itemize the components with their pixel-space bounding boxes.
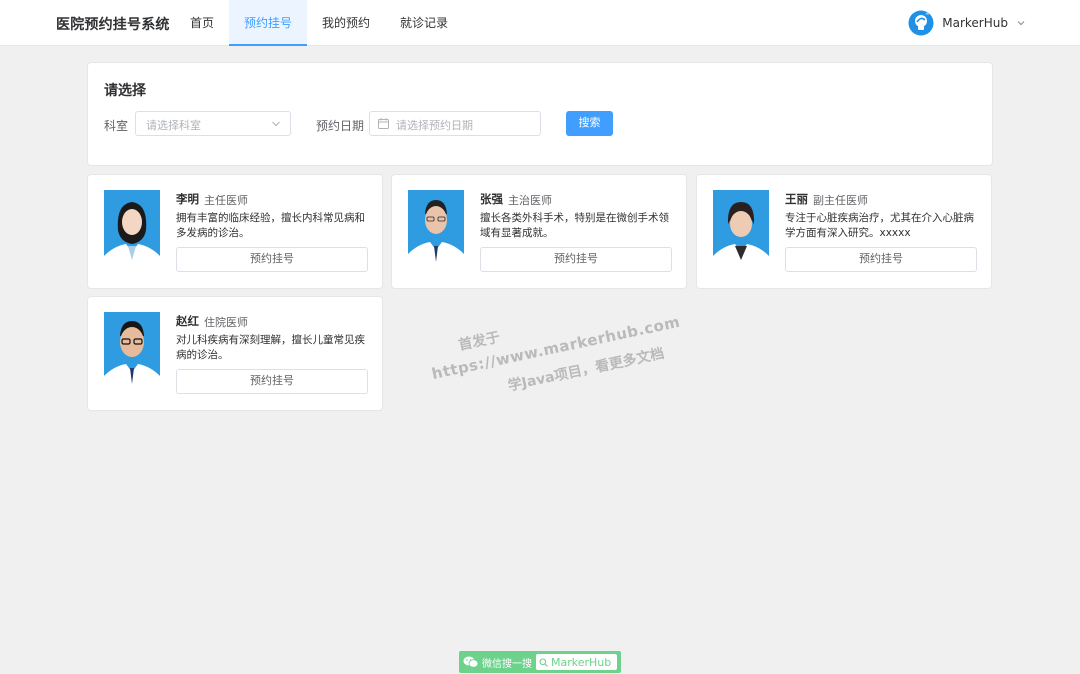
app-brand: 医院预约挂号系统 xyxy=(56,17,170,33)
book-appointment-button[interactable]: 预约挂号 xyxy=(176,369,368,394)
book-appointment-button[interactable]: 预约挂号 xyxy=(480,247,672,272)
doctor-description: 拥有丰富的临床经验，擅长内科常见病和多发病的诊治。 xyxy=(176,212,365,239)
book-appointment-button[interactable]: 预约挂号 xyxy=(176,247,368,272)
doctor-title: 副主任医师 xyxy=(813,194,868,207)
filter-title: 请选择 xyxy=(104,83,146,99)
doctor-name: 赵红 xyxy=(176,314,199,328)
wechat-search-badge: 微信搜一搜 MarkerHub xyxy=(459,651,621,673)
date-label: 预约日期 xyxy=(316,119,365,133)
department-select[interactable]: 请选择科室 xyxy=(135,111,291,136)
watermark: 首发于 https://www.markerhub.com 学Java项目，看更… xyxy=(413,270,727,430)
doctor-card: 赵红 住院医师 对儿科疾病有深刻理解，擅长儿童常见疾病的诊治。 预约挂号 xyxy=(87,296,383,411)
light-bulb-avatar-icon xyxy=(908,10,934,36)
nav-visit-records[interactable]: 就诊记录 xyxy=(385,0,463,46)
doctor-description: 专注于心脏疾病治疗，尤其在介入心脏病学方面有深入研究。xxxxx xyxy=(785,212,974,239)
nav-my-appointments[interactable]: 我的预约 xyxy=(307,0,385,46)
badge-search-text: MarkerHub xyxy=(551,655,612,669)
department-label: 科室 xyxy=(104,119,129,133)
nav-appointment[interactable]: 预约挂号 xyxy=(229,0,308,46)
calendar-icon xyxy=(378,118,389,129)
doctor-title: 住院医师 xyxy=(204,316,248,329)
main-nav: 首页 预约挂号 我的预约 就诊记录 xyxy=(175,0,463,46)
doctor-photo xyxy=(408,190,464,268)
doctor-card: 李明 主任医师 拥有丰富的临床经验，擅长内科常见病和多发病的诊治。 预约挂号 xyxy=(87,174,383,289)
doctor-name: 李明 xyxy=(176,192,199,206)
doctor-name: 王丽 xyxy=(785,192,808,206)
user-menu[interactable]: MarkerHub xyxy=(908,10,1026,36)
doctor-card: 张强 主治医师 擅长各类外科手术，特别是在微创手术领域有显著成就。 预约挂号 xyxy=(391,174,687,289)
badge-text: 微信搜一搜 xyxy=(482,658,532,670)
user-name: MarkerHub xyxy=(942,16,1008,30)
filter-panel: 请选择 科室 请选择科室 预约日期 请选择预约日期 搜索 xyxy=(87,62,993,166)
doctor-card: 王丽 副主任医师 专注于心脏疾病治疗，尤其在介入心脏病学方面有深入研究。xxxx… xyxy=(696,174,992,289)
doctor-title: 主治医师 xyxy=(508,194,552,207)
date-placeholder: 请选择预约日期 xyxy=(396,119,473,132)
search-button[interactable]: 搜索 xyxy=(566,111,613,136)
search-icon xyxy=(539,657,548,667)
doctor-photo xyxy=(104,190,160,268)
badge-search-box: MarkerHub xyxy=(536,654,618,670)
nav-home[interactable]: 首页 xyxy=(175,0,229,46)
top-header: 医院预约挂号系统 首页 预约挂号 我的预约 就诊记录 MarkerHub xyxy=(0,0,1080,46)
chevron-down-icon xyxy=(1017,21,1025,26)
doctor-description: 对儿科疾病有深刻理解，擅长儿童常见疾病的诊治。 xyxy=(176,334,365,361)
doctor-name: 张强 xyxy=(480,192,503,206)
date-picker[interactable]: 请选择预约日期 xyxy=(369,111,541,136)
wechat-icon xyxy=(463,656,479,668)
doctor-description: 擅长各类外科手术，特别是在微创手术领域有显著成就。 xyxy=(480,212,669,239)
chevron-down-icon xyxy=(272,121,280,127)
department-placeholder: 请选择科室 xyxy=(146,119,201,132)
doctor-photo xyxy=(104,312,160,390)
doctor-title: 主任医师 xyxy=(204,194,248,207)
book-appointment-button[interactable]: 预约挂号 xyxy=(785,247,977,272)
doctor-photo xyxy=(713,190,769,268)
